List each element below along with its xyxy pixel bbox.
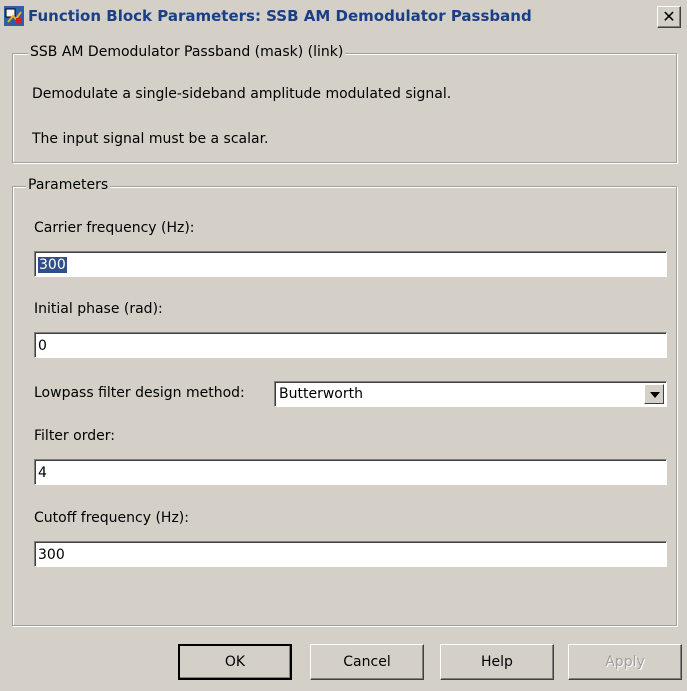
- mask-description-text: Demodulate a single-sideband amplitude m…: [32, 86, 452, 102]
- close-icon: ✕: [662, 7, 676, 26]
- help-button[interactable]: Help: [440, 644, 554, 680]
- cutoff-frequency-value: 300: [38, 547, 65, 563]
- title-bar: Function Block Parameters: SSB AM Demodu…: [0, 0, 687, 32]
- ok-button[interactable]: OK: [178, 644, 292, 680]
- chevron-down-icon[interactable]: [644, 384, 664, 404]
- initial-phase-label: Initial phase (rad):: [34, 301, 163, 317]
- close-button[interactable]: ✕: [657, 6, 681, 28]
- filter-method-value: Butterworth: [279, 386, 363, 402]
- mask-note-text: The input signal must be a scalar.: [32, 131, 269, 147]
- mask-group-legend: SSB AM Demodulator Passband (mask) (link…: [28, 44, 346, 60]
- filter-order-value: 4: [38, 465, 47, 481]
- simulink-block-icon: [4, 6, 24, 26]
- filter-method-select[interactable]: Butterworth: [274, 381, 667, 407]
- window-title: Function Block Parameters: SSB AM Demodu…: [28, 7, 532, 25]
- carrier-frequency-field[interactable]: 300: [34, 251, 667, 277]
- initial-phase-value: 0: [38, 338, 47, 354]
- apply-button[interactable]: Apply: [568, 644, 682, 680]
- parameters-group-legend: Parameters: [26, 177, 111, 193]
- cutoff-frequency-label: Cutoff frequency (Hz):: [34, 510, 189, 526]
- filter-order-label: Filter order:: [34, 428, 115, 444]
- cancel-button[interactable]: Cancel: [310, 644, 424, 680]
- carrier-frequency-label: Carrier frequency (Hz):: [34, 220, 195, 236]
- filter-method-label: Lowpass filter design method:: [34, 385, 245, 401]
- initial-phase-field[interactable]: 0: [34, 332, 667, 358]
- carrier-frequency-value: 300: [38, 257, 67, 273]
- cutoff-frequency-field[interactable]: 300: [34, 541, 667, 567]
- filter-order-field[interactable]: 4: [34, 459, 667, 485]
